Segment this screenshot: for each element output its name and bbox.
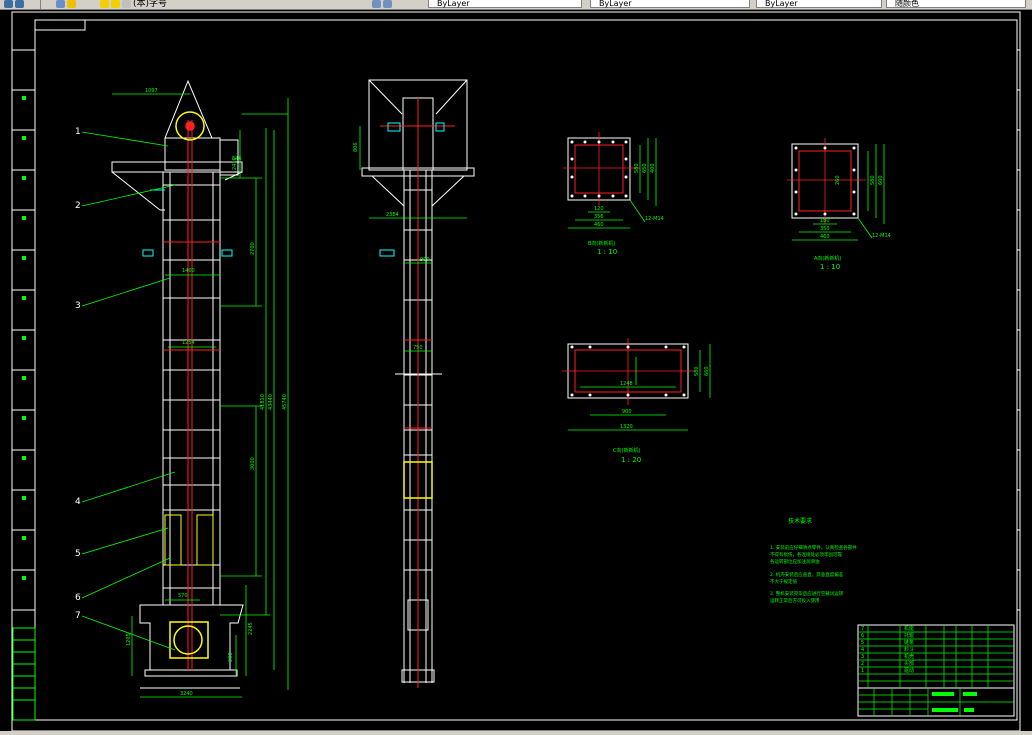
dim-total-a: 41810 [260, 394, 266, 410]
tb-row-6: 2 [861, 661, 864, 667]
detail-b-bolt: 12-M14 [645, 216, 664, 222]
detail-b-scale: 1 : 10 [597, 248, 617, 256]
leader-6: 6 [75, 593, 81, 603]
tb-part-6: 头部 [904, 660, 914, 667]
dim-head-h: 2410 [232, 157, 238, 170]
detail-c-w2: 900 [622, 409, 632, 415]
color-combo[interactable]: ByLayer [428, 0, 582, 8]
dim-mid-label: 1254 [182, 340, 195, 346]
tb-row-5: 3 [861, 654, 864, 660]
leader-5: 5 [75, 549, 81, 559]
lineweight-combo[interactable]: ByLayer [756, 0, 882, 8]
notes-line-5: 不大于规定值 [770, 578, 797, 585]
leader-3: 3 [75, 301, 81, 311]
layer-state-icon[interactable] [15, 0, 24, 8]
detail-b-h1: 580 [634, 163, 640, 173]
dim-upper-mid: 1400 [182, 268, 195, 274]
leader-7: 7 [75, 611, 81, 621]
detail-a-w1: 180 [820, 218, 830, 224]
notes-line-6: 3. 整机安装完毕后应进行空载试运转 [770, 590, 844, 597]
detail-c-w3: 1320 [620, 424, 633, 430]
tb-row-1: 7 [861, 626, 864, 632]
detail-a-h1: 260 [835, 175, 841, 185]
dim-boot-right: 2245 [248, 622, 254, 635]
side-dim-mid1: 900 [420, 257, 430, 263]
sun-icon[interactable] [111, 0, 120, 8]
side-dim-head-h: 806 [353, 142, 359, 152]
tb-row-7: 1 [861, 668, 864, 674]
current-layer-label[interactable]: (本)字号 [133, 0, 167, 9]
dim-upper-section: 2700 [250, 242, 256, 255]
tb-row-2: 6 [861, 633, 864, 639]
dim-boot-total: 3240 [180, 691, 193, 697]
detail-a-h2: 580 [870, 175, 876, 185]
tb-part-4: 料斗 [904, 646, 914, 653]
leader-1: 1 [75, 127, 81, 137]
detail-b-h2: 650 [642, 163, 648, 173]
detail-a-scale: 1 : 10 [820, 263, 840, 271]
detail-c-caption: C向(新新机) [613, 447, 640, 454]
leader-4: 4 [75, 497, 81, 507]
tb-part-5: 机壳 [904, 653, 914, 660]
tb-part-1: 机座 [904, 625, 914, 632]
lock-icon[interactable] [122, 0, 131, 8]
notes-line-4: 2. 机壳安装后应垂直，其垂直度偏差 [770, 571, 844, 578]
notes-line-3: 各运转部位应加注润滑油 [770, 558, 820, 565]
detail-b-h3: 400 [650, 163, 656, 173]
toolbar-left [4, 0, 26, 9]
toolbar-right-icons [372, 0, 394, 9]
leader-2: 2 [75, 201, 81, 211]
drawing-canvas[interactable]: 1 2 3 4 5 6 7 1097 546 2410 1400 2700 12… [0, 10, 1032, 735]
detail-c-h1: 580 [694, 366, 700, 376]
detail-a-h3: 600 [878, 175, 884, 185]
toolbar-tools [56, 0, 78, 9]
detail-a-w2: 350 [820, 226, 830, 232]
detail-c-h2: 660 [704, 366, 710, 376]
detail-b-w2: 356 [594, 214, 604, 220]
detail-a-bolt: 12-M14 [872, 233, 891, 239]
layer-icon[interactable] [4, 0, 13, 8]
toolbar-style: (本)字号 [100, 0, 167, 9]
dim-total-b: 43440 [268, 394, 274, 410]
notes-line-1: 1. 安装前应仔细清点零件，认真检查各部件 [770, 544, 857, 551]
notes-title: 技术要求 [788, 517, 812, 525]
linetype-combo[interactable]: ByLayer [590, 0, 750, 8]
detail-b-caption: B向(新新机) [588, 240, 615, 247]
layer-manager-icon[interactable] [372, 0, 381, 8]
detail-b-w3: 460 [594, 222, 604, 228]
side-dim-mid2: 750 [413, 345, 423, 351]
side-dim-head-w: 2384 [386, 212, 399, 218]
layer-prev-icon[interactable] [67, 0, 76, 8]
dim-top-width: 1097 [145, 88, 158, 94]
tb-row-3: 5 [861, 640, 864, 646]
layer-tools-icon[interactable] [383, 0, 392, 8]
detail-c-scale: 1 : 20 [621, 456, 641, 464]
match-prop-icon[interactable] [56, 0, 65, 8]
tb-row-4: 4 [861, 647, 864, 653]
detail-c-w1: 1248 [620, 381, 633, 387]
tb-part-3: 链条 [904, 639, 914, 646]
notes-line-7: 运转正常后方可投入使用 [770, 597, 820, 604]
tb-part-2: 托辊 [904, 632, 914, 639]
detail-a-w3: 460 [820, 234, 830, 240]
notes-line-2: 不得有损伤，各连接处必须牢固可靠 [770, 551, 842, 558]
toolbar: (本)字号 ByLayer ByLayer ByLayer 随颜色 [0, 0, 1032, 10]
plotstyle-combo[interactable]: 随颜色 [886, 0, 1026, 8]
detail-b-w1: 120 [594, 206, 604, 212]
status-bar [0, 731, 1032, 735]
bulb-icon[interactable] [100, 0, 109, 8]
dim-boot-base: 200 [228, 652, 234, 662]
detail-a-caption: A向(新新机) [814, 255, 841, 262]
dim-boot-w: 570 [178, 593, 188, 599]
dim-boot-h: 1205 [126, 633, 132, 646]
dim-lower-section: 3000 [250, 457, 256, 470]
dim-total-c: 45740 [282, 394, 288, 410]
toolbar-separator [40, 0, 41, 9]
tb-part-7: 驱动 [904, 667, 914, 674]
